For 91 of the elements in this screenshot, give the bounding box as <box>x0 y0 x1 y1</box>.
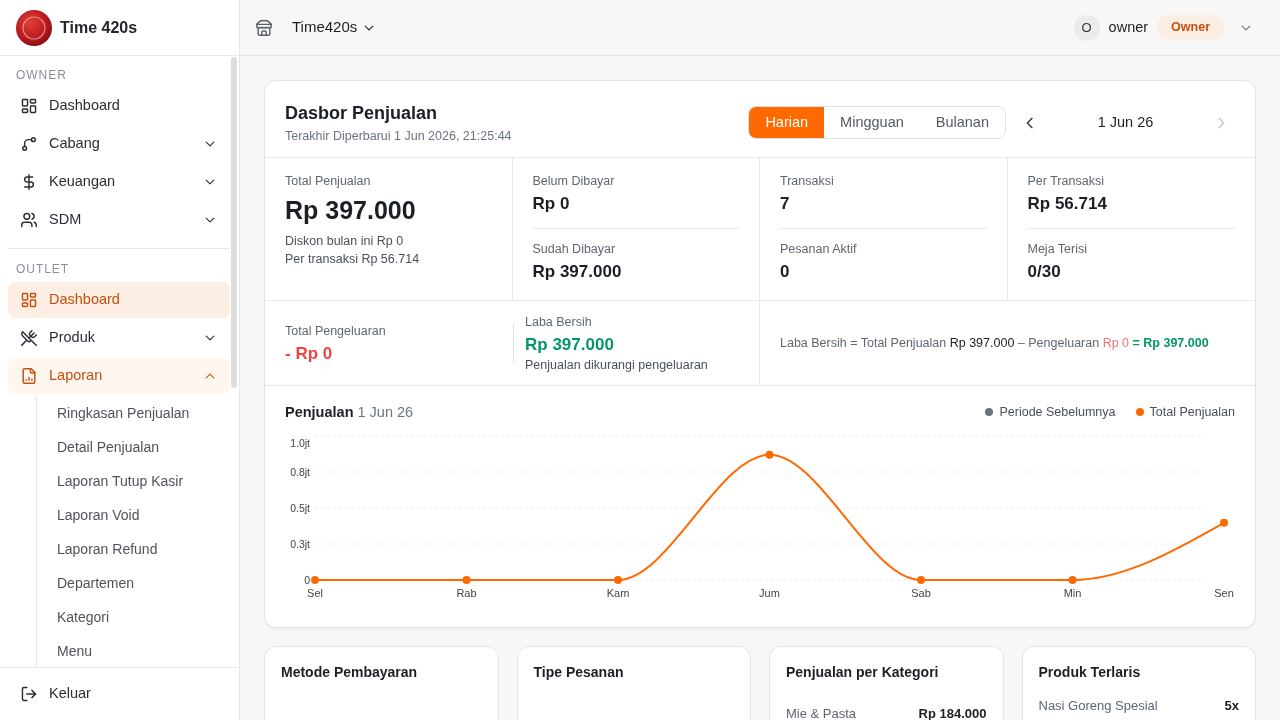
card-title: Produk Terlaris <box>1038 663 1142 681</box>
user-avatar: O <box>1073 14 1100 41</box>
axis-label: 1.0jt <box>290 437 310 449</box>
stat-value: Rp 56.714 <box>1027 193 1108 215</box>
axis-label: Min <box>1063 587 1082 599</box>
data-point <box>311 576 319 584</box>
nav-item[interactable]: Dashboard <box>8 282 230 318</box>
stat-label: Pesanan Aktif <box>780 241 858 258</box>
stat-value: 0 <box>780 261 791 283</box>
chevron-right-icon <box>1215 116 1227 129</box>
stat-label: Sudah Dibayar <box>532 241 617 258</box>
axis-label: 0 <box>304 574 310 586</box>
legend-label: Total Penjualan <box>1149 404 1235 421</box>
data-point <box>1220 518 1228 527</box>
nav-item[interactable]: Laporan <box>8 358 230 394</box>
data-point <box>462 576 471 584</box>
axis-label: Jum <box>759 587 780 599</box>
axis-label: Sen <box>1214 587 1234 599</box>
stat-value: Rp 397.000 <box>532 261 623 283</box>
last-updated-text: Terakhir Diperbarui 1 Jun 2026, 21:25:44 <box>285 128 513 144</box>
nav-item[interactable]: Produk <box>8 320 230 356</box>
branch-icon <box>21 136 37 152</box>
axis-label: Rab <box>456 587 477 599</box>
data-point <box>917 576 925 584</box>
axis-label: 0.5jt <box>290 502 310 514</box>
card-title: Penjualan per Kategori <box>786 663 940 681</box>
stat-value: Rp 397.000 <box>525 333 615 356</box>
sub-nav-item[interactable]: Menu <box>37 634 230 667</box>
stat-note: Per transaksi Rp 56.714 <box>285 251 421 268</box>
logout-button[interactable]: Keluar <box>8 676 231 712</box>
file-chart-icon <box>21 368 37 384</box>
sub-nav-item[interactable]: Departemen <box>37 566 230 600</box>
stat-label: Total Pengeluaran <box>285 322 387 340</box>
role-badge: Owner <box>1157 15 1224 40</box>
stat-value: Rp 0 <box>532 193 571 215</box>
stat-label: Laba Bersih <box>525 313 593 331</box>
row-label: Nasi Goreng Spesial <box>1038 698 1158 714</box>
data-point <box>765 450 774 459</box>
nav-item[interactable]: Keuangan <box>8 164 230 200</box>
axis-label: Sel <box>307 587 323 599</box>
user-name: owner <box>1108 17 1149 37</box>
net-profit-formula: Laba Bersih = Total Penjualan Rp 397.000 – Pengeluaran Rp 0 = Rp 397.000 <box>780 334 1209 352</box>
sub-nav-item[interactable]: Laporan Void <box>37 498 230 532</box>
card-title: Tipe Pesanan <box>533 663 625 681</box>
grid-icon <box>21 98 37 114</box>
store-icon <box>256 19 272 36</box>
dashboard-title: Dasbor Penjualan <box>285 102 439 125</box>
utensils-icon <box>21 330 37 346</box>
section-label: OUTLET <box>15 261 71 278</box>
row-label: Mie & Pasta <box>786 706 857 720</box>
data-point <box>1068 576 1077 584</box>
sub-nav-item[interactable]: Detail Penjualan <box>37 430 230 464</box>
current-date: 1 Jun 26 <box>1096 112 1155 132</box>
logout-icon <box>21 686 37 702</box>
dollar-icon <box>21 174 37 190</box>
axis-label: 0.3jt <box>290 538 310 550</box>
nav-item[interactable]: SDM <box>8 202 230 238</box>
brand-name: Time 420s <box>60 17 138 38</box>
legend-label: Periode Sebelumnya <box>999 404 1116 421</box>
grid-icon <box>21 292 37 308</box>
sub-nav-item[interactable]: Ringkasan Penjualan <box>37 396 230 430</box>
chevron-left-icon <box>1024 116 1036 129</box>
stat-value: 7 <box>780 193 791 215</box>
stat-value: 0/30 <box>1027 261 1062 283</box>
logo-icon <box>16 9 52 46</box>
section-label: OWNER <box>15 67 68 84</box>
stat-note: Diskon bulan ini Rp 0 <box>285 233 405 250</box>
stat-value: - Rp 0 <box>285 342 334 365</box>
data-point <box>614 576 622 584</box>
axis-label: 0.8jt <box>290 466 310 478</box>
row-value: 5x <box>1224 698 1239 714</box>
stat-note: Penjualan dikurangi pengeluaran <box>525 356 708 374</box>
stat-label: Per Transaksi <box>1027 173 1105 190</box>
nav-item[interactable]: Cabang <box>8 126 230 162</box>
chart-title: Penjualan 1 Jun 26 <box>285 403 415 421</box>
stat-label: Meja Terisi <box>1027 241 1088 258</box>
card-title: Metode Pembayaran <box>281 663 419 681</box>
stat-label: Total Penjualan <box>285 173 372 190</box>
sub-nav-item[interactable]: Laporan Refund <box>37 532 230 566</box>
sub-nav-item[interactable]: Kategori <box>37 600 230 634</box>
users-icon <box>21 212 37 228</box>
stat-value: Rp 397.000 <box>285 195 417 226</box>
stat-label: Transaksi <box>780 173 835 190</box>
outlet-switcher[interactable]: Time420s <box>292 16 376 39</box>
stat-label: Belum Dibayar <box>532 173 616 190</box>
scrollbar-thumb[interactable] <box>231 57 237 388</box>
nav-item[interactable]: Dashboard <box>8 88 230 124</box>
row-value: Rp 184.000 <box>918 706 987 720</box>
axis-label: Kam <box>606 587 630 599</box>
sub-nav-item[interactable]: Laporan Tutup Kasir <box>37 464 230 498</box>
axis-label: Sab <box>911 587 931 599</box>
